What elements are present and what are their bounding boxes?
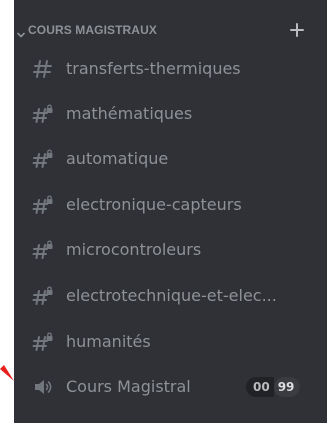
user-limit: 99 (273, 377, 301, 397)
channel-name: microcontroleurs (66, 240, 202, 259)
channel-transferts-thermiques[interactable]: transferts-thermiques (22, 52, 319, 86)
voice-channel-cours-magistral[interactable]: Cours Magistral 00 99 (22, 370, 319, 404)
channel-name: automatique (66, 149, 169, 168)
channel-name: electronique-capteurs (66, 195, 242, 214)
hash-lock-icon (32, 104, 54, 124)
plus-icon[interactable] (287, 20, 307, 40)
hash-lock-icon (32, 286, 54, 306)
channel-name: transferts-thermiques (66, 59, 241, 78)
hash-lock-icon (32, 240, 54, 260)
channel-humanites[interactable]: humanités (22, 325, 319, 359)
chevron-down-icon[interactable] (16, 25, 26, 38)
channel-electrotechnique[interactable]: electrotechnique-et-elec... (22, 279, 319, 313)
user-limit-badge: 00 99 (246, 377, 301, 397)
user-count: 00 (246, 377, 274, 397)
category-cours-magistraux[interactable]: COURS MAGISTRAUX (14, 20, 327, 42)
channel-list: COURS MAGISTRAUX transferts-thermiques m… (14, 0, 327, 423)
category-label[interactable]: COURS MAGISTRAUX (28, 23, 157, 37)
channel-electronique-capteurs[interactable]: electronique-capteurs (22, 188, 319, 222)
channel-mathematiques[interactable]: mathématiques (22, 97, 319, 131)
hash-lock-icon (32, 195, 54, 215)
channel-name: electrotechnique-et-elec... (66, 286, 277, 305)
hash-icon (32, 59, 54, 79)
channel-name: Cours Magistral (66, 377, 191, 396)
hash-lock-icon (32, 149, 54, 169)
channel-automatique[interactable]: automatique (22, 142, 319, 176)
hash-lock-icon (32, 332, 54, 352)
channel-name: humanités (66, 332, 151, 351)
channel-microcontroleurs[interactable]: microcontroleurs (22, 233, 319, 267)
speaker-icon (32, 377, 54, 397)
channel-name: mathématiques (66, 104, 193, 123)
